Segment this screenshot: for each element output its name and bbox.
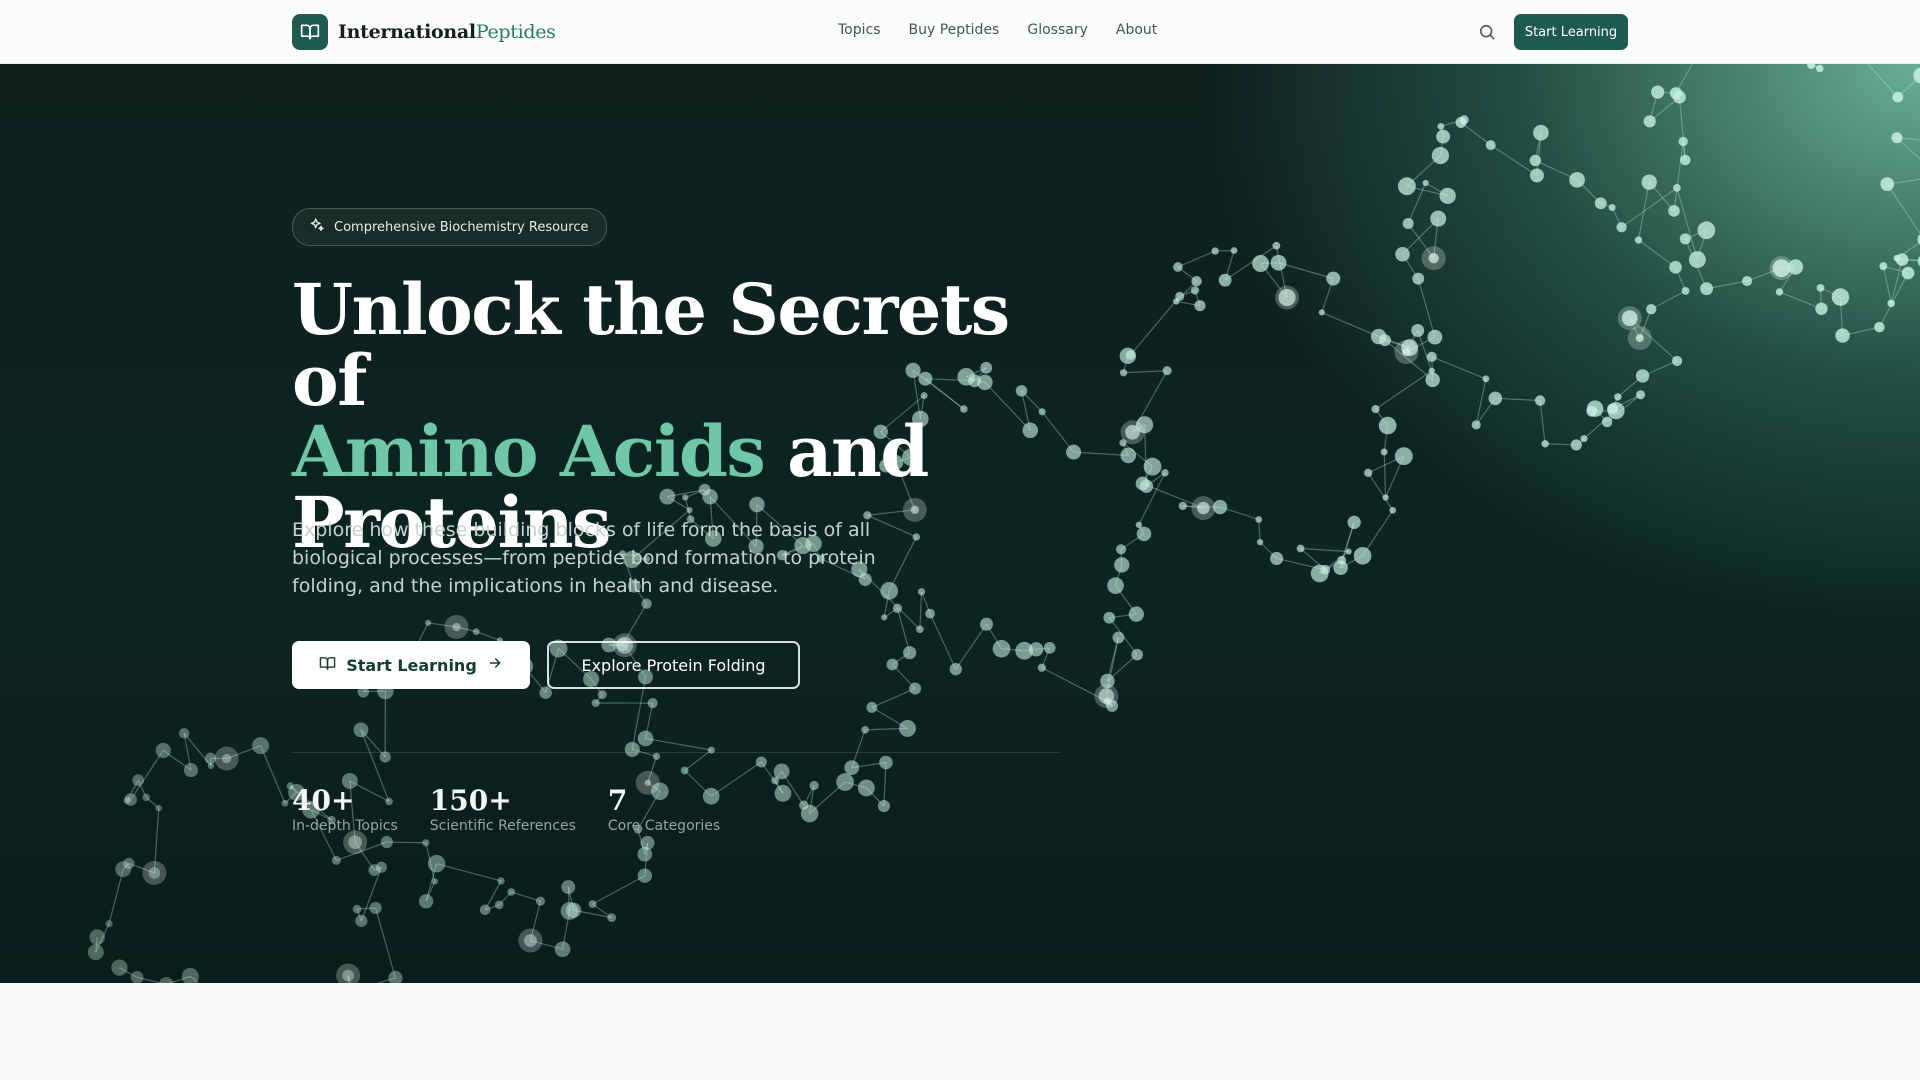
logo-text: InternationalPeptides bbox=[338, 21, 556, 43]
search-icon[interactable] bbox=[1477, 22, 1497, 42]
stat-label: Scientific References bbox=[429, 818, 576, 834]
book-open-icon bbox=[319, 655, 336, 676]
stat-item: 150+ Scientific References bbox=[429, 784, 576, 835]
nav-topics[interactable]: Topics bbox=[838, 22, 881, 38]
stat-value: 150+ bbox=[429, 784, 512, 817]
sparkles-icon bbox=[309, 217, 325, 237]
nav-buy-peptides[interactable]: Buy Peptides bbox=[909, 22, 1000, 38]
hero-section: Comprehensive Biochemistry Resource Unlo… bbox=[0, 64, 1920, 983]
headline-line-1: Unlock the Secrets of bbox=[292, 268, 1010, 422]
start-learning-label: Start Learning bbox=[346, 655, 477, 675]
nav-glossary[interactable]: Glossary bbox=[1027, 22, 1088, 38]
stats-divider bbox=[292, 752, 1060, 753]
badge-label: Comprehensive Biochemistry Resource bbox=[334, 219, 589, 235]
logo-text-accent: Peptides bbox=[475, 21, 556, 43]
stat-value: 40+ bbox=[292, 784, 355, 817]
site-logo[interactable]: InternationalPeptides bbox=[292, 14, 556, 50]
nav-about[interactable]: About bbox=[1116, 22, 1157, 38]
stat-value: 7 bbox=[607, 784, 628, 817]
stat-item: 7 Core Categories bbox=[607, 784, 721, 835]
next-section-background bbox=[0, 983, 1920, 1080]
hero-description: Explore how these building blocks of lif… bbox=[292, 519, 876, 597]
stats-row: 40+ In-depth Topics 150+ Scientific Refe… bbox=[292, 784, 721, 835]
stat-label: In-depth Topics bbox=[292, 818, 398, 834]
arrow-right-icon bbox=[487, 655, 503, 675]
book-open-icon bbox=[292, 14, 328, 50]
stat-item: 40+ In-depth Topics bbox=[292, 784, 398, 835]
resource-badge: Comprehensive Biochemistry Resource bbox=[292, 208, 607, 246]
headline-line-2-rest: and bbox=[764, 410, 929, 493]
header-start-learning-button[interactable]: Start Learning bbox=[1514, 14, 1628, 50]
start-learning-button[interactable]: Start Learning bbox=[292, 641, 530, 689]
stat-label: Core Categories bbox=[607, 818, 721, 834]
main-nav: Topics Buy Peptides Glossary About bbox=[838, 22, 1157, 38]
logo-text-main: International bbox=[338, 21, 476, 43]
explore-protein-folding-button[interactable]: Explore Protein Folding bbox=[547, 641, 800, 689]
site-header: InternationalPeptides Topics Buy Peptide… bbox=[0, 0, 1920, 64]
